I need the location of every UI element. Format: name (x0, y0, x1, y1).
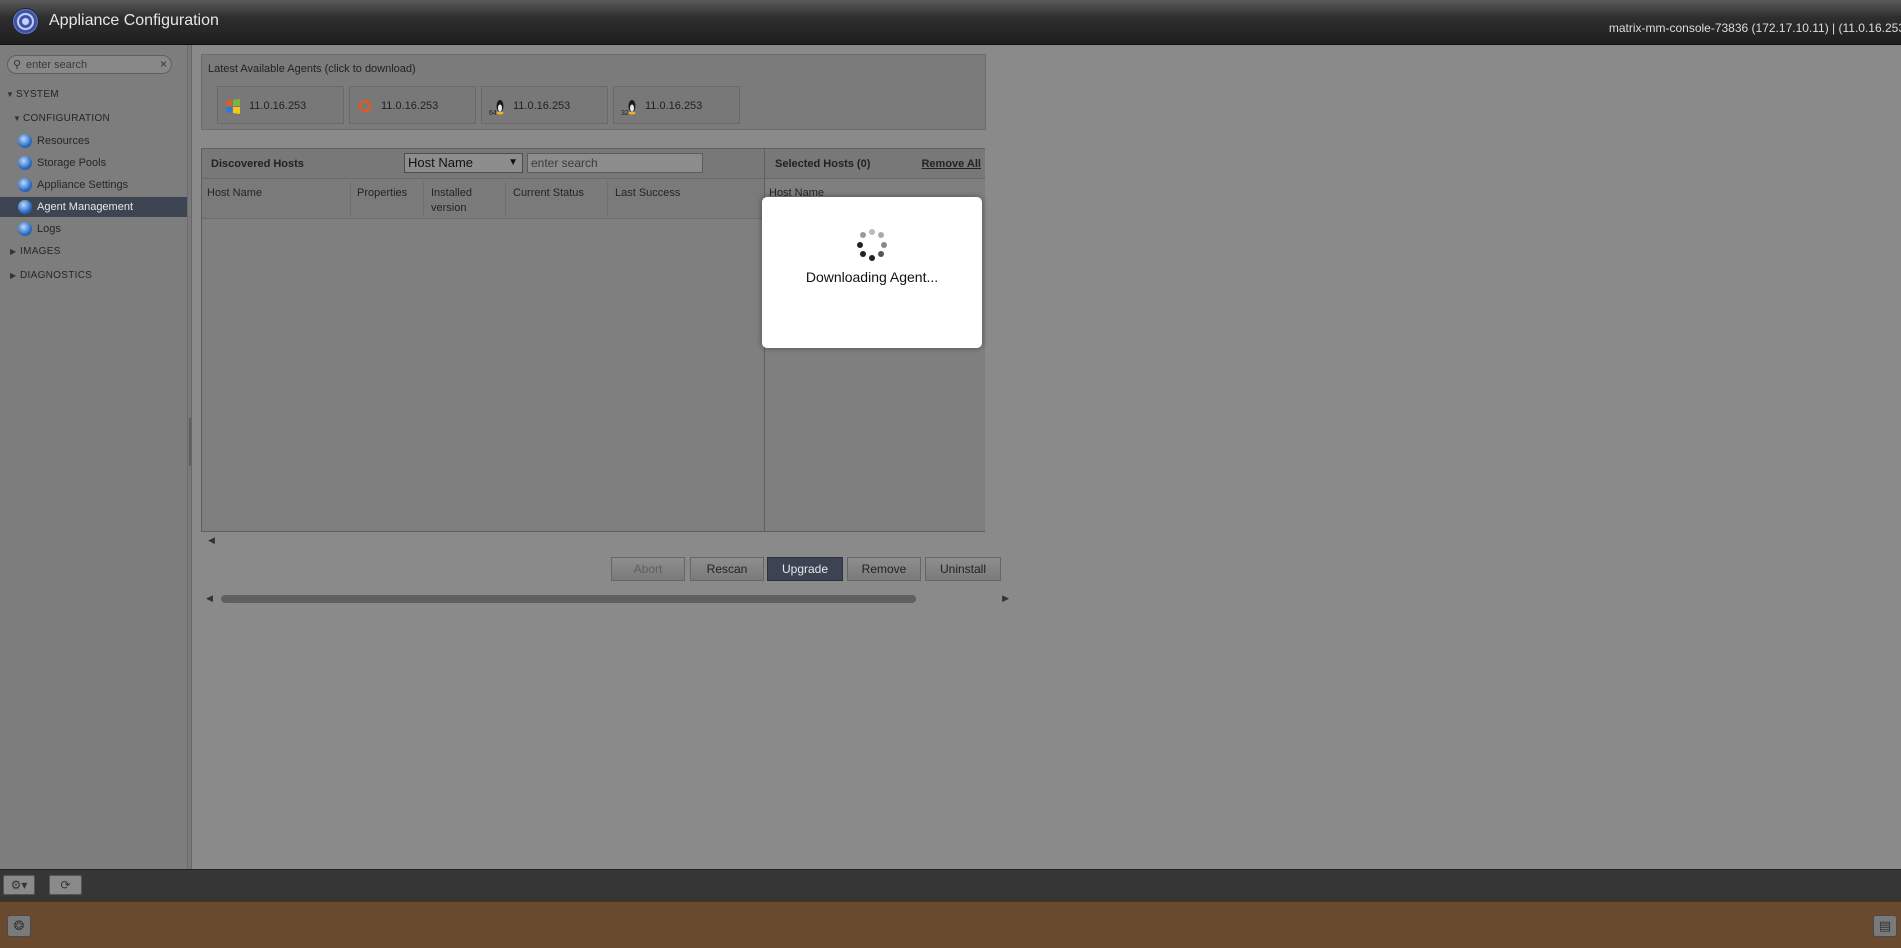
svg-text:32: 32 (621, 110, 629, 116)
sidebar-item-label: Resources (37, 135, 90, 147)
scrollbar-thumb[interactable] (221, 595, 916, 603)
sidebar-search: ⚲ × (7, 55, 172, 74)
expanded-triangle-icon: ▼ (13, 114, 22, 123)
loading-spinner-icon (856, 229, 888, 261)
app-header: Appliance Configuration matrix-mm-consol… (0, 0, 1901, 45)
sidebar-grip[interactable] (189, 418, 191, 466)
horizontal-scrollbar[interactable]: ◀ ▶ (201, 592, 1009, 606)
host-info: matrix-mm-console-73836 (172.17.10.11) |… (1608, 21, 1901, 35)
column-divider[interactable] (505, 182, 506, 215)
rescan-button[interactable]: Rescan (690, 557, 764, 581)
collapsed-triangle-icon: ▶ (10, 271, 17, 280)
uninstall-button[interactable]: Uninstall (925, 557, 1001, 581)
ubuntu-icon (357, 98, 373, 114)
console-icon: ▤ (1878, 918, 1892, 933)
nav-section-images[interactable]: ▶ IMAGES (10, 246, 61, 257)
svg-text:64: 64 (489, 110, 497, 116)
column-header-installed-version[interactable]: Installed version (431, 186, 486, 216)
nav-section-configuration[interactable]: ▼ CONFIGURATION (13, 113, 110, 124)
column-header-host-name[interactable]: Host Name (207, 186, 262, 201)
app-title: Appliance Configuration (49, 12, 219, 29)
linux-64-icon: 64 (489, 98, 505, 117)
nav-section-system[interactable]: ▼ SYSTEM (6, 89, 59, 100)
gear-icon: ⚙▾ (10, 878, 28, 892)
sidebar-item-label: Storage Pools (37, 157, 107, 169)
discovered-hosts-header: Discovered Hosts Host Name ▼ (202, 149, 764, 179)
selected-hosts-title: Selected Hosts (0) (775, 158, 871, 170)
host-search-input[interactable] (527, 153, 703, 173)
status-bar: ❂ ▤ (0, 901, 1901, 948)
discovered-hosts-title: Discovered Hosts (211, 158, 304, 170)
column-divider[interactable] (607, 182, 608, 215)
sidebar-item-logs[interactable]: Logs (0, 219, 187, 239)
sidebar-item-label: Agent Management (37, 201, 134, 213)
sidebar-item-storage-pools[interactable]: Storage Pools (0, 153, 187, 173)
expanded-triangle-icon: ▼ (6, 90, 15, 99)
wheel-icon: ❂ (13, 918, 25, 933)
agent-version: 11.0.16.253 (513, 100, 571, 112)
globe-icon (18, 134, 32, 148)
agent-version: 11.0.16.253 (381, 100, 439, 112)
globe-icon (18, 156, 32, 170)
column-header-last-success[interactable]: Last Success (615, 186, 680, 201)
nav-section-diagnostics[interactable]: ▶ DIAGNOSTICS (10, 270, 92, 281)
collapsed-triangle-icon: ▶ (10, 247, 17, 256)
clear-search-icon[interactable]: × (160, 57, 167, 71)
downloading-modal: Downloading Agent... (762, 197, 982, 348)
chevron-down-icon: ▼ (508, 157, 518, 168)
globe-icon (18, 200, 32, 214)
agent-tile-windows[interactable]: 11.0.16.253 (217, 86, 344, 124)
scroll-left-arrow-icon[interactable]: ◀ (206, 593, 213, 604)
agent-version: 11.0.16.253 (249, 100, 307, 112)
sidebar-item-appliance-settings[interactable]: Appliance Settings (0, 175, 187, 195)
search-icon: ⚲ (13, 59, 22, 71)
console-button[interactable]: ▤ (1873, 915, 1897, 937)
agent-tile-linux-32[interactable]: 32 11.0.16.253 (613, 86, 740, 124)
app-logo-icon (12, 8, 39, 35)
agent-tile-linux-64[interactable]: 64 11.0.16.253 (481, 86, 608, 124)
refresh-button[interactable]: ⟳ (49, 875, 82, 895)
linux-32-icon: 32 (621, 98, 637, 117)
status-menu-button[interactable]: ❂ (7, 915, 31, 937)
sidebar-item-label: Logs (37, 223, 61, 235)
selected-hosts-header: Selected Hosts (0) Remove All (765, 149, 985, 179)
scroll-left-arrow-icon[interactable]: ◀ (208, 535, 215, 546)
settings-menu-button[interactable]: ⚙▾ (3, 875, 35, 895)
column-divider[interactable] (350, 182, 351, 215)
sidebar-item-label: Appliance Settings (37, 179, 129, 191)
agent-version: 11.0.16.253 (645, 100, 703, 112)
scroll-right-arrow-icon[interactable]: ▶ (1002, 593, 1009, 604)
discovered-hosts-columns: Host Name Properties Installed version C… (202, 179, 764, 219)
agents-panel-title: Latest Available Agents (click to downlo… (208, 63, 416, 75)
column-divider[interactable] (423, 182, 424, 215)
refresh-icon: ⟳ (60, 878, 71, 892)
agents-panel: Latest Available Agents (click to downlo… (201, 54, 986, 130)
upgrade-button[interactable]: Upgrade (767, 557, 843, 581)
sidebar-item-agent-management[interactable]: Agent Management (0, 197, 187, 217)
globe-icon (18, 178, 32, 192)
sidebar-item-resources[interactable]: Resources (0, 131, 187, 151)
host-filter-select[interactable]: Host Name ▼ (404, 153, 523, 173)
windows-icon (225, 98, 241, 114)
sidebar-search-input[interactable] (26, 57, 154, 72)
sidebar: ⚲ × ▼SYSTEM ▼CONFIGURATION Resources Sto… (0, 45, 188, 869)
remove-all-link[interactable]: Remove All (921, 158, 981, 170)
column-header-current-status[interactable]: Current Status (513, 186, 584, 201)
agent-tile-ubuntu[interactable]: 11.0.16.253 (349, 86, 476, 124)
globe-icon (18, 222, 32, 236)
remove-button[interactable]: Remove (847, 557, 921, 581)
column-header-properties[interactable]: Properties (357, 186, 407, 201)
abort-button[interactable]: Abort (611, 557, 685, 581)
modal-message: Downloading Agent... (805, 269, 939, 285)
bottom-toolbar: ⚙▾ ⟳ (0, 869, 1901, 901)
